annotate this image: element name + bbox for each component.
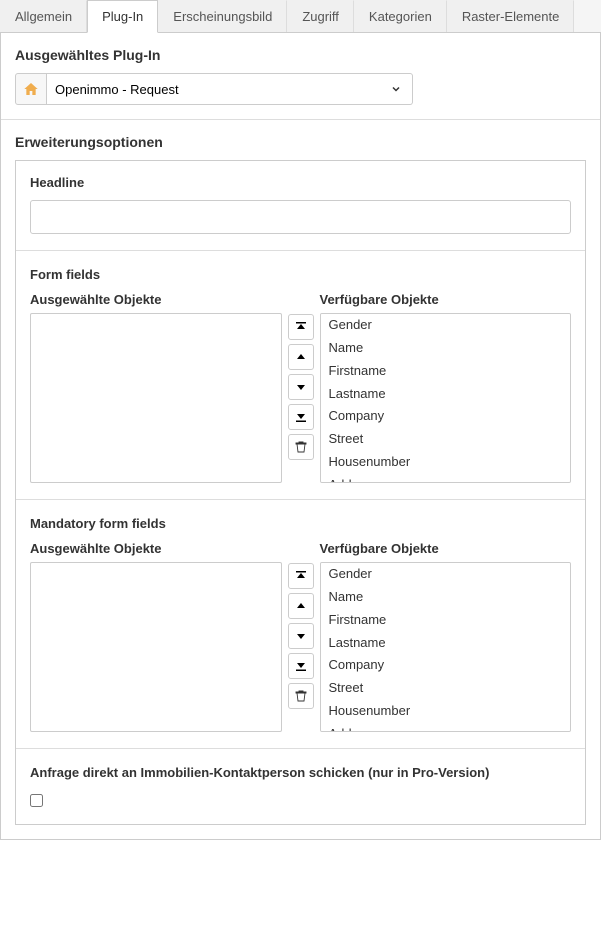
mandatory-controls xyxy=(288,541,314,709)
form-fields-selected-list[interactable] xyxy=(30,313,282,483)
mandatory-available-label: Verfügbare Objekte xyxy=(320,541,572,556)
inner-divider xyxy=(16,250,585,251)
move-top-button[interactable] xyxy=(288,314,314,340)
move-up-button[interactable] xyxy=(288,593,314,619)
form-fields-available-list[interactable]: GenderNameFirstnameLastnameCompanyStreet… xyxy=(320,313,572,483)
direct-send-checkbox[interactable] xyxy=(30,794,43,807)
list-item[interactable]: Firstname xyxy=(321,360,571,383)
move-bottom-button[interactable] xyxy=(288,653,314,679)
list-item[interactable]: Company xyxy=(321,405,571,428)
list-item[interactable]: Lastname xyxy=(321,383,571,406)
tab-plugin[interactable]: Plug-In xyxy=(87,0,158,33)
list-item[interactable]: Housenumber xyxy=(321,451,571,474)
list-item[interactable]: Company xyxy=(321,654,571,677)
selected-plugin-label: Ausgewähltes Plug-In xyxy=(15,47,586,63)
delete-button[interactable] xyxy=(288,683,314,709)
headline-input[interactable] xyxy=(30,200,571,234)
list-item[interactable]: Gender xyxy=(321,563,571,586)
direct-send-label: Anfrage direkt an Immobilien-Kontaktpers… xyxy=(30,765,571,780)
form-fields-selected-label: Ausgewählte Objekte xyxy=(30,292,282,307)
plugin-row: Openimmo - Request xyxy=(15,73,586,105)
list-item[interactable]: Street xyxy=(321,428,571,451)
tab-allgemein[interactable]: Allgemein xyxy=(0,0,87,32)
headline-label: Headline xyxy=(30,175,571,190)
list-item[interactable]: Name xyxy=(321,586,571,609)
form-fields-dual-list: Ausgewählte Objekte Verfügbare Objekte G… xyxy=(30,292,571,483)
plugin-select[interactable]: Openimmo - Request xyxy=(47,73,413,105)
tab-zugriff[interactable]: Zugriff xyxy=(287,0,354,32)
mandatory-selected-label: Ausgewählte Objekte xyxy=(30,541,282,556)
form-fields-controls xyxy=(288,292,314,460)
divider xyxy=(1,119,600,120)
mandatory-available-list[interactable]: GenderNameFirstnameLastnameCompanyStreet… xyxy=(320,562,572,732)
move-up-button[interactable] xyxy=(288,344,314,370)
list-item[interactable]: Gender xyxy=(321,314,571,337)
list-item[interactable]: Name xyxy=(321,337,571,360)
panel-plugin: Ausgewähltes Plug-In Openimmo - Request … xyxy=(0,33,601,840)
inner-divider-3 xyxy=(16,748,585,749)
move-down-button[interactable] xyxy=(288,374,314,400)
move-top-button[interactable] xyxy=(288,563,314,589)
tab-erscheinungsbild[interactable]: Erscheinungsbild xyxy=(158,0,287,32)
form-fields-available-label: Verfügbare Objekte xyxy=(320,292,572,307)
trash-icon xyxy=(295,441,307,453)
form-fields-title: Form fields xyxy=(30,267,571,282)
list-item[interactable]: Address xyxy=(321,723,571,732)
tab-raster[interactable]: Raster-Elemente xyxy=(447,0,575,32)
mandatory-fields-dual-list: Ausgewählte Objekte Verfügbare Objekte G… xyxy=(30,541,571,732)
ext-options-label: Erweiterungsoptionen xyxy=(15,134,586,150)
tab-bar: Allgemein Plug-In Erscheinungsbild Zugri… xyxy=(0,0,601,33)
list-item[interactable]: Address xyxy=(321,474,571,483)
trash-icon xyxy=(295,690,307,702)
mandatory-fields-title: Mandatory form fields xyxy=(30,516,571,531)
delete-button[interactable] xyxy=(288,434,314,460)
list-item[interactable]: Housenumber xyxy=(321,700,571,723)
tab-kategorien[interactable]: Kategorien xyxy=(354,0,447,32)
list-item[interactable]: Firstname xyxy=(321,609,571,632)
mandatory-selected-list[interactable] xyxy=(30,562,282,732)
move-down-button[interactable] xyxy=(288,623,314,649)
ext-options-panel: Headline Form fields Ausgewählte Objekte xyxy=(15,160,586,825)
list-item[interactable]: Lastname xyxy=(321,632,571,655)
home-icon xyxy=(23,81,39,97)
inner-divider-2 xyxy=(16,499,585,500)
move-bottom-button[interactable] xyxy=(288,404,314,430)
list-item[interactable]: Street xyxy=(321,677,571,700)
home-button[interactable] xyxy=(15,73,47,105)
